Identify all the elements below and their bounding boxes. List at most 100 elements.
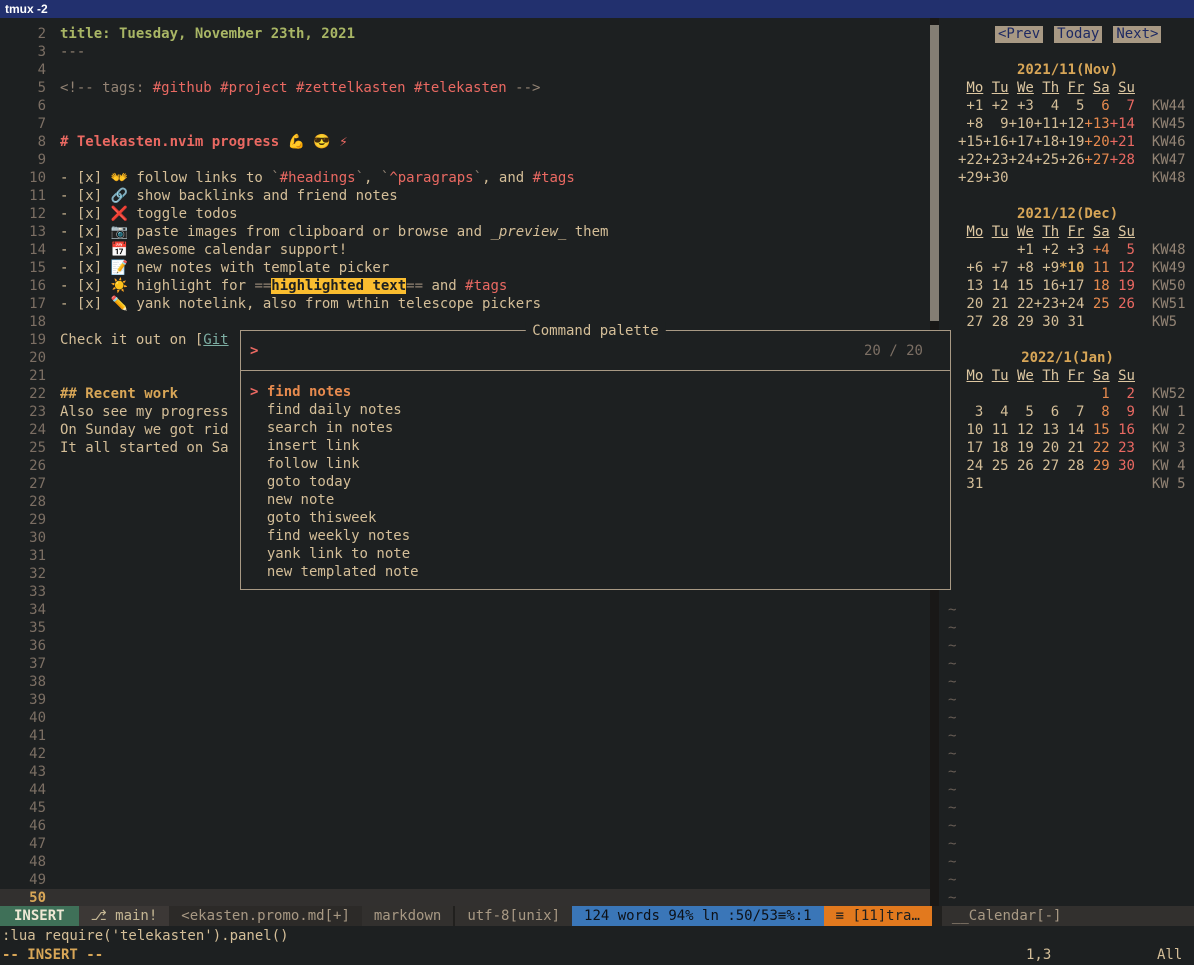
calendar-day[interactable]: +14 (1110, 115, 1135, 133)
palette-item[interactable]: goto thisweek (250, 509, 950, 527)
calendar-day[interactable]: 19 (1110, 277, 1135, 295)
editor-line[interactable]: 2title: Tuesday, November 23th, 2021 (0, 25, 930, 43)
calendar-day[interactable]: 20 (958, 295, 983, 313)
calendar-day[interactable]: 6 (1034, 403, 1059, 421)
editor-line[interactable]: 10- [x] 👐 follow links to `#headings`, `… (0, 169, 930, 187)
calendar-day[interactable]: 20 (1034, 439, 1059, 457)
calendar-day[interactable]: 11 (983, 421, 1008, 439)
calendar-day[interactable]: 14 (1059, 421, 1084, 439)
calendar-day[interactable]: 11 (1084, 259, 1109, 277)
calendar-day[interactable]: 22 (1084, 439, 1109, 457)
editor-line[interactable]: 42 (0, 745, 930, 763)
calendar-day[interactable]: 4 (1034, 97, 1059, 115)
calendar-day[interactable]: 31 (1059, 313, 1084, 331)
calendar-day[interactable]: 7 (1059, 403, 1084, 421)
calendar-day[interactable]: +10 (1009, 115, 1034, 133)
editor-line[interactable]: 38 (0, 673, 930, 691)
calendar-day[interactable]: 13 (958, 277, 983, 295)
calendar-day[interactable]: +13 (1084, 115, 1109, 133)
editor-line[interactable]: 15- [x] 📝 new notes with template picker (0, 259, 930, 277)
calendar-today-button[interactable]: Today (1054, 26, 1102, 43)
calendar-day[interactable]: 2 (1110, 385, 1135, 403)
calendar-day[interactable]: +3 (1059, 241, 1084, 259)
calendar-day[interactable]: 9 (983, 115, 1008, 133)
calendar-day[interactable]: +9 (1034, 259, 1059, 277)
calendar-next-button[interactable]: Next> (1113, 26, 1161, 43)
calendar-day[interactable]: +22 (958, 151, 983, 169)
calendar-day[interactable]: 30 (1034, 313, 1059, 331)
calendar-day[interactable]: 23 (1110, 439, 1135, 457)
calendar-day[interactable]: 16 (1034, 277, 1059, 295)
editor-line[interactable]: 9 (0, 151, 930, 169)
editor-line[interactable]: 50 (0, 889, 930, 906)
editor-line[interactable]: 39 (0, 691, 930, 709)
calendar-day[interactable]: +17 (1009, 133, 1034, 151)
calendar-day[interactable]: 15 (1009, 277, 1034, 295)
calendar-day[interactable]: 29 (1084, 457, 1109, 475)
calendar-day[interactable]: +8 (958, 115, 983, 133)
calendar-day[interactable]: 18 (983, 439, 1008, 457)
palette-item[interactable]: find daily notes (250, 401, 950, 419)
calendar-day[interactable]: 30 (1110, 457, 1135, 475)
editor-line[interactable]: 8# Telekasten.nvim progress 💪 😎 ⚡ (0, 133, 930, 151)
calendar-day[interactable]: +19 (1059, 133, 1084, 151)
calendar-day[interactable]: +4 (1084, 241, 1109, 259)
calendar-day[interactable]: +15 (958, 133, 983, 151)
calendar-day[interactable]: +21 (1110, 133, 1135, 151)
calendar-day[interactable]: +6 (958, 259, 983, 277)
editor-line[interactable]: 12- [x] ❌ toggle todos (0, 205, 930, 223)
editor-line[interactable]: 35 (0, 619, 930, 637)
editor-line[interactable]: 43 (0, 763, 930, 781)
calendar-day[interactable]: 26 (1110, 295, 1135, 313)
calendar-day[interactable]: 17 (958, 439, 983, 457)
calendar-day[interactable]: +26 (1059, 151, 1084, 169)
editor-line[interactable]: 7 (0, 115, 930, 133)
calendar-day[interactable]: 25 (983, 457, 1008, 475)
editor-line[interactable]: 16- [x] ☀️ highlight for ==highlighted t… (0, 277, 930, 295)
calendar-day[interactable]: 4 (983, 403, 1008, 421)
calendar-day[interactable]: 1 (1084, 385, 1109, 403)
calendar-day[interactable]: +17 (1059, 277, 1084, 295)
calendar-day[interactable]: 13 (1034, 421, 1059, 439)
calendar-day[interactable]: 5 (1059, 97, 1084, 115)
calendar-day[interactable]: +23 (983, 151, 1008, 169)
calendar-day[interactable]: +25 (1034, 151, 1059, 169)
editor-line[interactable]: 47 (0, 835, 930, 853)
calendar-day[interactable]: +23 (1034, 295, 1059, 313)
calendar-day[interactable]: 12 (1009, 421, 1034, 439)
calendar-day[interactable]: 9 (1110, 403, 1135, 421)
calendar-day[interactable]: 28 (1059, 457, 1084, 475)
calendar-day[interactable]: 26 (1009, 457, 1034, 475)
editor-line[interactable]: 18 (0, 313, 930, 331)
calendar-day[interactable]: +3 (1009, 97, 1034, 115)
palette-item[interactable]: > find notes (250, 383, 950, 401)
palette-item[interactable]: search in notes (250, 419, 950, 437)
editor-line[interactable]: 6 (0, 97, 930, 115)
calendar-day[interactable]: 18 (1084, 277, 1109, 295)
calendar-day[interactable]: 31 (958, 475, 983, 493)
editor-line[interactable]: 46 (0, 817, 930, 835)
calendar-day[interactable]: 7 (1110, 97, 1135, 115)
calendar-day[interactable]: 12 (1110, 259, 1135, 277)
calendar-day[interactable]: +8 (1009, 259, 1034, 277)
calendar-day[interactable]: +2 (1034, 241, 1059, 259)
command-line[interactable]: :lua require('telekasten').panel() (0, 926, 1194, 946)
calendar-day[interactable]: *10 (1059, 259, 1084, 277)
editor-line[interactable]: 17- [x] ✏️ yank notelink, also from wthi… (0, 295, 930, 313)
calendar-day[interactable]: 5 (1110, 241, 1135, 259)
calendar-day[interactable]: 21 (1059, 439, 1084, 457)
calendar-day[interactable]: +20 (1084, 133, 1109, 151)
editor-line[interactable]: 48 (0, 853, 930, 871)
calendar-day[interactable]: +29 (958, 169, 983, 187)
calendar-day[interactable]: +27 (1084, 151, 1109, 169)
editor-line[interactable]: 44 (0, 781, 930, 799)
calendar-day[interactable]: 3 (958, 403, 983, 421)
calendar-day[interactable]: +11 (1034, 115, 1059, 133)
editor-line[interactable]: 34 (0, 601, 930, 619)
editor-line[interactable]: 13- [x] 📷 paste images from clipboard or… (0, 223, 930, 241)
calendar-day[interactable]: 10 (958, 421, 983, 439)
calendar-day[interactable]: 27 (1034, 457, 1059, 475)
calendar-day[interactable]: 5 (1009, 403, 1034, 421)
editor-line[interactable]: 14- [x] 📅 awesome calendar support! (0, 241, 930, 259)
scrollbar-thumb[interactable] (930, 25, 939, 321)
